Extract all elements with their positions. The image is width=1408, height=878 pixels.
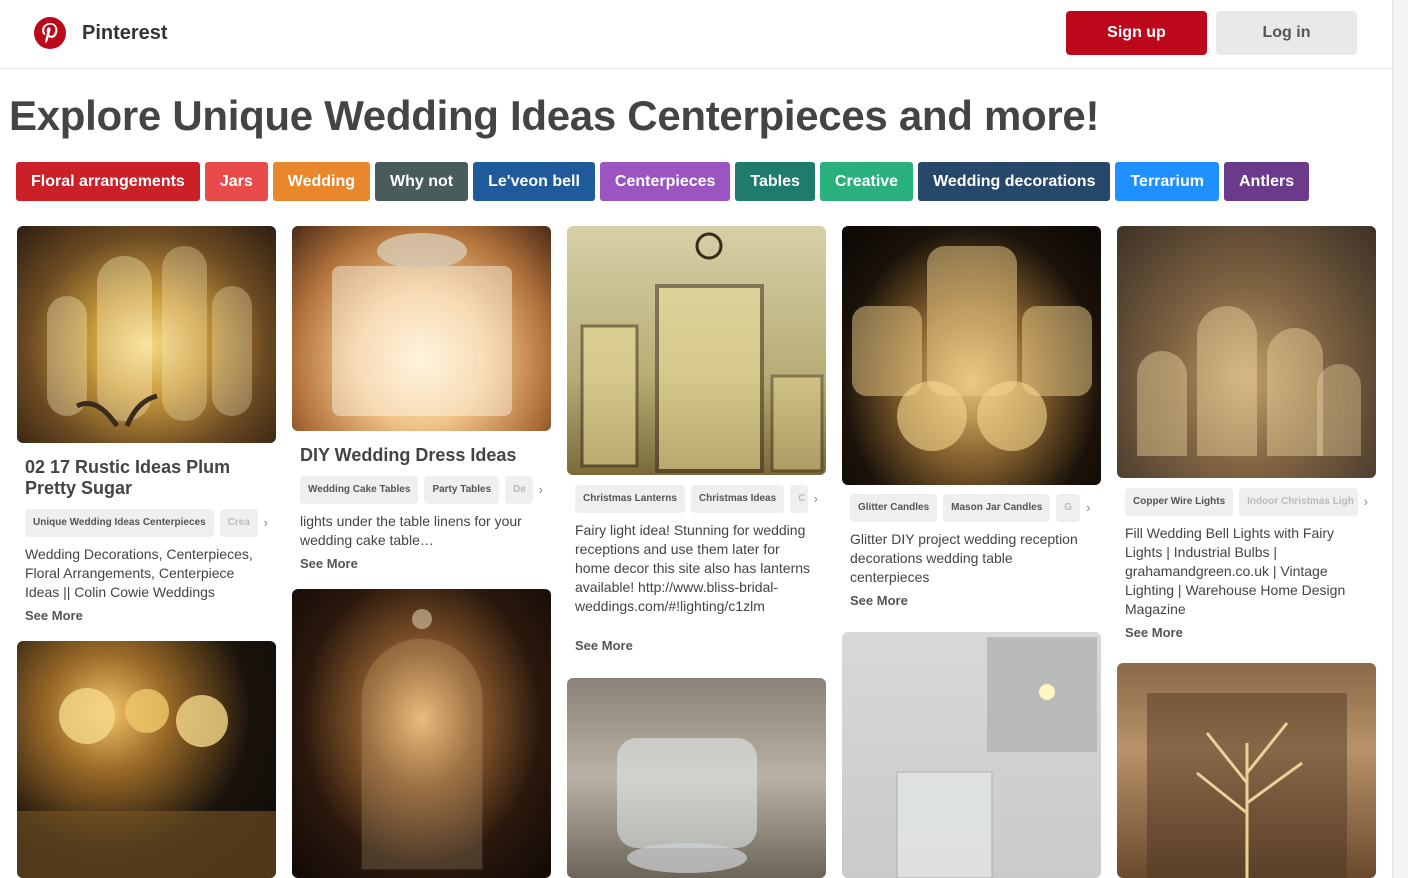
chip-wedding[interactable]: Wedding [272,162,370,201]
pin-image[interactable] [292,589,551,878]
pin-tag[interactable]: Unique Wedding Ideas Centerpieces [25,509,214,537]
pin-image[interactable] [842,632,1101,878]
page-title: Explore Unique Wedding Ideas Centerpiece… [9,92,1100,139]
pin-image[interactable] [17,226,276,443]
pin-card[interactable] [842,632,1101,878]
chevron-right-icon[interactable]: › [1086,494,1090,522]
pin-tag[interactable]: Christmas Ideas [690,485,785,513]
sign-up-button[interactable]: Sign up [1066,11,1207,55]
pin-description: Wedding Decorations, Centerpieces, Flora… [25,546,253,600]
pin-tags: Copper Wire Lights Indoor Christmas Ligh… [1117,488,1376,516]
see-more-link[interactable]: See More [567,638,826,653]
pin-tags: Wedding Cake Tables Party Tables De › [292,476,551,504]
log-in-button[interactable]: Log in [1216,11,1357,55]
pin-tags: Unique Wedding Ideas Centerpieces Crea › [17,509,276,537]
pin-image[interactable] [1117,226,1376,478]
pin-card[interactable] [17,641,276,878]
chevron-right-icon[interactable]: › [539,476,543,504]
topic-chips: Floral arrangements Jars Wedding Why not… [16,162,1310,201]
pin-tag[interactable]: Party Tables [424,476,500,504]
pin-card[interactable]: Glitter Candles Mason Jar Candles G › Gl… [842,226,1101,608]
chip-terrarium[interactable]: Terrarium [1115,162,1219,201]
pin-tag[interactable]: C [790,485,808,513]
pin-image[interactable] [567,226,826,475]
see-more-link[interactable]: See More [842,593,1101,608]
pin-card[interactable]: DIY Wedding Dress Ideas Wedding Cake Tab… [292,226,551,571]
chip-tables[interactable]: Tables [735,162,815,201]
pin-card[interactable] [1117,663,1376,878]
chip-wedding-decorations[interactable]: Wedding decorations [918,162,1111,201]
pin-card[interactable]: 02 17 Rustic Ideas Plum Pretty Sugar Uni… [17,226,276,623]
chevron-right-icon[interactable]: › [1364,488,1368,516]
pin-description: Fairy light idea! Stunning for wedding r… [575,522,811,614]
chip-jars[interactable]: Jars [204,162,268,201]
chevron-right-icon[interactable]: › [264,509,268,537]
pin-image[interactable] [17,641,276,878]
top-bar: Pinterest Sign up Log in [0,0,1392,69]
pin-image[interactable] [292,226,551,431]
pin-card[interactable]: Christmas Lanterns Christmas Ideas C › F… [567,226,826,653]
pin-tags: Glitter Candles Mason Jar Candles G › [842,494,1101,522]
pin-tag[interactable]: Wedding Cake Tables [300,476,419,504]
pin-card[interactable] [292,589,551,878]
pin-tag[interactable]: Christmas Lanterns [575,485,685,513]
pin-description: lights under the table linens for your w… [300,513,522,548]
see-more-link[interactable]: See More [1117,625,1376,640]
pin-tag[interactable]: De [505,476,533,504]
pin-tag[interactable]: G [1056,494,1081,522]
chevron-right-icon[interactable]: › [814,485,818,513]
scrollbar[interactable] [1392,0,1408,878]
pin-tag[interactable]: Crea [219,509,258,537]
pin-title[interactable]: 02 17 Rustic Ideas Plum Pretty Sugar [17,457,276,499]
chip-leveon-bell[interactable]: Le'veon bell [473,162,595,201]
pin-card[interactable]: Copper Wire Lights Indoor Christmas Ligh… [1117,226,1376,640]
pin-image[interactable] [842,226,1101,485]
brand-name[interactable]: Pinterest [82,22,168,45]
chip-creative[interactable]: Creative [819,162,914,201]
see-more-link[interactable]: See More [292,556,551,571]
chip-floral-arrangements[interactable]: Floral arrangements [16,162,200,201]
pin-tag[interactable]: Indoor Christmas Ligh [1239,488,1358,516]
pin-image[interactable] [567,678,826,878]
pin-description: Glitter DIY project wedding reception de… [850,531,1078,585]
pin-tag[interactable]: Copper Wire Lights [1125,488,1234,516]
pinterest-logo-icon[interactable] [34,17,66,49]
see-more-link[interactable]: See More [17,608,276,623]
pin-tag[interactable]: Mason Jar Candles [943,494,1051,522]
pin-tags: Christmas Lanterns Christmas Ideas C › [567,485,826,513]
chip-antlers[interactable]: Antlers [1223,162,1310,201]
chip-centerpieces[interactable]: Centerpieces [599,162,731,201]
pin-tag[interactable]: Glitter Candles [850,494,938,522]
pin-description: Fill Wedding Bell Lights with Fairy Ligh… [1125,525,1346,617]
chip-why-not[interactable]: Why not [375,162,469,201]
pin-image[interactable] [1117,663,1376,878]
pin-title[interactable]: DIY Wedding Dress Ideas [292,445,551,466]
pin-card[interactable] [567,678,826,878]
